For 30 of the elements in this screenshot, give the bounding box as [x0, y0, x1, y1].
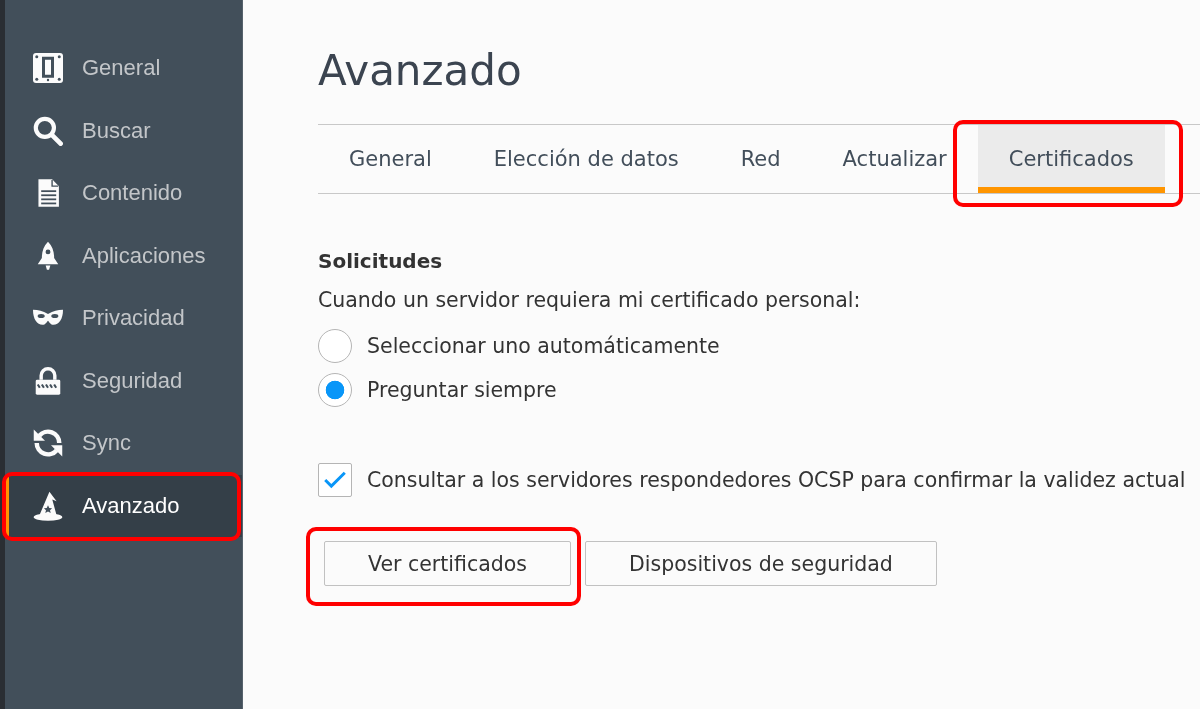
tab[interactable]: Red	[709, 125, 812, 193]
sidebar-item[interactable]: Contenido	[5, 162, 242, 225]
sidebar-item[interactable]: Buscar	[5, 99, 242, 162]
section-description: Cuando un servidor requiera mi certificado personal:	[318, 287, 862, 314]
check-icon	[324, 471, 346, 489]
sidebar-item[interactable]: Sync	[5, 412, 242, 475]
tab[interactable]: General	[318, 125, 463, 193]
checkbox-label[interactable]: Consultar a los servidores respondedores OCSP para confirmar la validez actual	[367, 465, 1186, 495]
sync-icon	[33, 428, 63, 459]
search-icon	[33, 115, 63, 146]
tab[interactable]: Elección de datos	[462, 125, 710, 193]
radio-button[interactable]	[318, 329, 352, 363]
sidebar-item[interactable]: Privacidad	[5, 287, 242, 350]
sidebar-item[interactable]: Seguridad	[5, 349, 242, 412]
checkbox[interactable]	[318, 463, 352, 497]
wizard-hat-icon	[33, 490, 63, 521]
sidebar-item[interactable]: Avanzado	[5, 474, 242, 537]
tab[interactable]: Certificados	[977, 125, 1165, 193]
tab[interactable]: Actualizar	[811, 125, 978, 193]
padlock-icon	[33, 365, 63, 396]
action-button[interactable]: Ver certificados	[324, 541, 571, 586]
tile-icon	[33, 53, 63, 84]
radio-label[interactable]: Preguntar siempre	[367, 375, 557, 405]
action-button[interactable]: Dispositivos de seguridad	[585, 541, 937, 586]
section-heading: Solicitudes	[318, 248, 444, 275]
page-title: Avanzado	[318, 45, 523, 97]
sidebar-item[interactable]: General	[5, 37, 242, 100]
radio-button[interactable]	[318, 373, 352, 407]
sidebar-item[interactable]: Aplicaciones	[5, 224, 242, 287]
radio-label[interactable]: Seleccionar uno automáticamente	[367, 331, 720, 361]
